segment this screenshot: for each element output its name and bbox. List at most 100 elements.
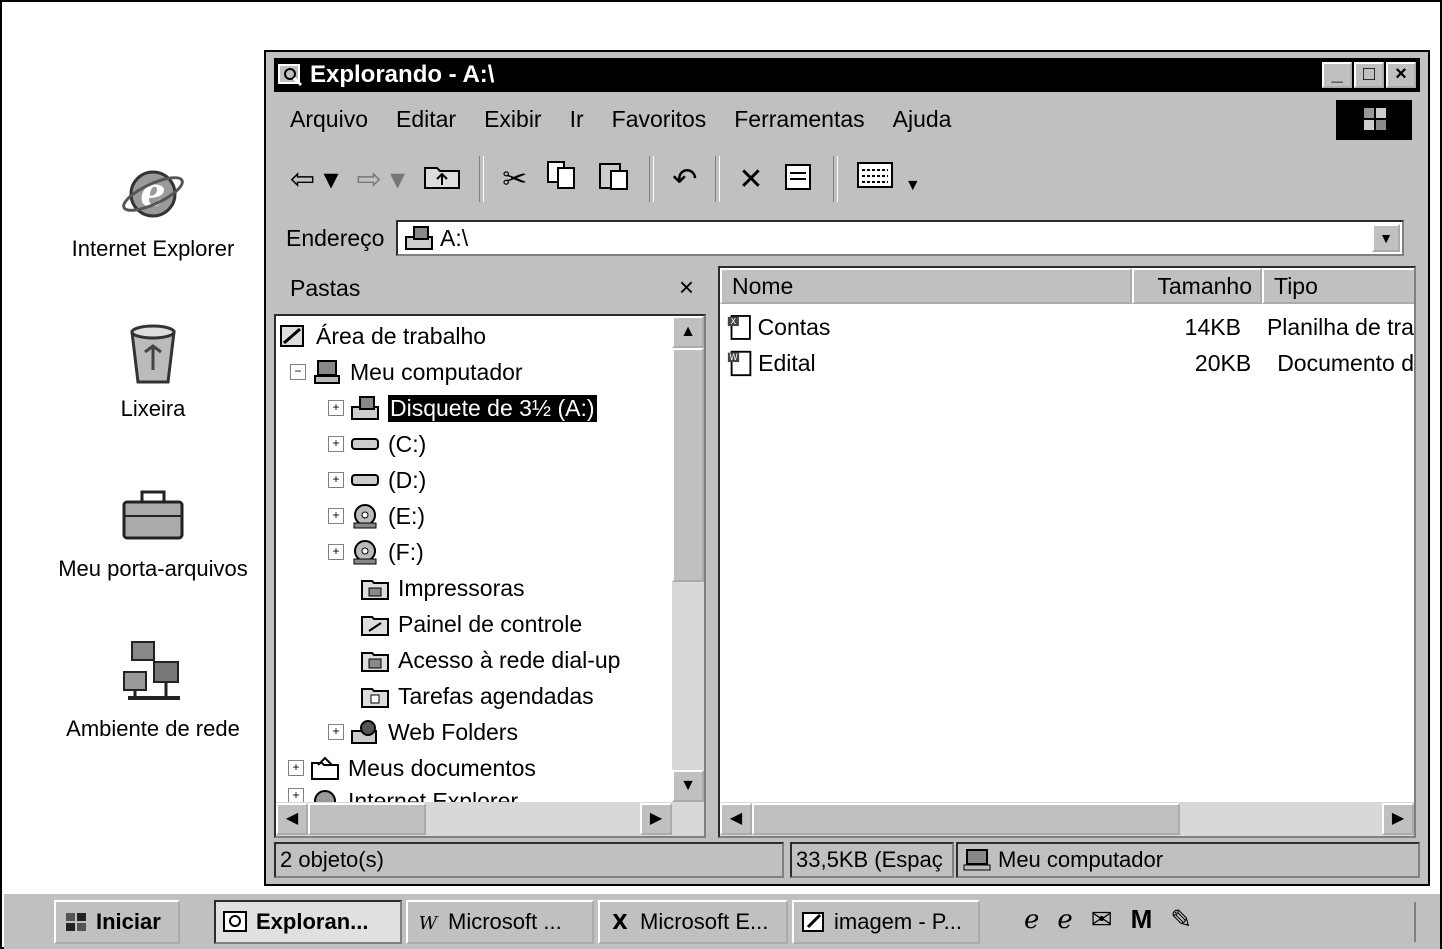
expand-toggle[interactable]: + — [328, 472, 344, 488]
ie-icon[interactable]: ℯ — [1057, 904, 1072, 935]
menu-exibir[interactable]: Exibir — [484, 106, 542, 133]
recycle-bin-icon — [130, 324, 176, 384]
web-folders-icon — [351, 720, 377, 744]
maximize-button[interactable]: □ — [1354, 62, 1384, 88]
menu-editar[interactable]: Editar — [396, 106, 456, 133]
address-dropdown-button[interactable]: ▼ — [1372, 224, 1400, 252]
toolbar-separator — [649, 156, 655, 202]
folders-close-button[interactable]: × — [679, 272, 694, 303]
tree-item-tarefas-agendadas[interactable]: Tarefas agendadas — [360, 680, 594, 712]
taskbar-button-excel[interactable]: X Microsoft E... — [598, 900, 788, 944]
tray-edge — [1414, 902, 1434, 942]
svg-text:X: X — [612, 910, 628, 934]
taskbar-button-paint[interactable]: imagem - P... — [792, 900, 980, 944]
tree-item-drive-c[interactable]: + (C:) — [328, 428, 426, 460]
computer-icon — [963, 849, 991, 871]
properties-button[interactable] — [781, 159, 815, 199]
tree-item-acesso-rede-dialup[interactable]: Acesso à rede dial-up — [360, 644, 620, 676]
desktop-icon-porta-arquivos[interactable]: Meu porta-arquivos — [48, 478, 258, 582]
tree-item-desktop[interactable]: Área de trabalho — [278, 320, 486, 352]
delete-button[interactable]: ✕ — [738, 162, 763, 197]
status-bar: 2 objeto(s) 33,5KB (Espaç Meu computador — [274, 842, 1420, 878]
desktop-icon — [280, 325, 304, 347]
folders-pane: Pastas × Área de trabalho − Meu computad… — [274, 266, 706, 838]
close-button[interactable]: × — [1386, 62, 1416, 88]
tree-item-drive-f[interactable]: + (F:) — [328, 536, 424, 568]
scheduled-tasks-icon — [361, 688, 389, 708]
start-button[interactable]: Iniciar — [54, 900, 180, 944]
views-button[interactable]: ▼ — [856, 160, 921, 198]
column-header-nome[interactable]: Nome — [720, 268, 1132, 304]
expand-toggle[interactable]: + — [328, 544, 344, 560]
expand-toggle[interactable]: + — [328, 400, 344, 416]
desktop-icon-lixeira[interactable]: Lixeira — [48, 318, 258, 422]
file-type: Planilha de tra — [1266, 313, 1414, 340]
file-row[interactable]: X Contas 14KB Planilha de tra — [726, 310, 1414, 344]
expand-toggle[interactable]: + — [328, 508, 344, 524]
tree-vertical-scrollbar[interactable]: ▲ ▼ — [672, 316, 704, 802]
tree-item-drive-d[interactable]: + (D:) — [328, 464, 426, 496]
menu-bar: Arquivo Editar Exibir Ir Favoritos Ferra… — [276, 98, 1418, 140]
collapse-toggle[interactable]: − — [290, 364, 306, 380]
title-bar[interactable]: Explorando - A:\ _ □ × — [274, 58, 1420, 92]
paste-button[interactable] — [597, 159, 631, 199]
tree-item-disquete-a[interactable]: + Disquete de 3½ (A:) — [328, 392, 598, 424]
scroll-right-button[interactable]: ▶ — [640, 803, 672, 835]
menu-favoritos[interactable]: Favoritos — [612, 106, 707, 133]
file-row[interactable]: W Edital 20KB Documento d — [726, 346, 1414, 380]
dialup-icon — [361, 652, 389, 672]
explorer-icon — [223, 911, 247, 932]
column-header-tamanho[interactable]: Tamanho — [1132, 268, 1262, 304]
menu-ir[interactable]: Ir — [570, 106, 584, 133]
column-header-tipo[interactable]: Tipo — [1262, 268, 1414, 304]
tree-item-drive-e[interactable]: + (E:) — [328, 500, 425, 532]
outlook-icon[interactable]: ✉ — [1091, 904, 1113, 935]
scroll-up-button[interactable]: ▲ — [672, 316, 704, 348]
tree-item-meus-documentos[interactable]: + Meus documentos — [288, 752, 536, 784]
desktop-icon-ambiente-de-rede[interactable]: Ambiente de rede — [48, 638, 258, 742]
desktop-label-ambiente-de-rede: Ambiente de rede — [66, 716, 240, 741]
ie-icon[interactable]: ℯ — [1024, 904, 1039, 935]
paste-icon — [599, 163, 629, 190]
scroll-left-button[interactable]: ◀ — [276, 803, 308, 835]
cdrom-icon — [353, 504, 377, 529]
list-horizontal-scrollbar[interactable]: ◀ ▶ — [720, 802, 1414, 836]
taskbar-button-explorer[interactable]: Exploran... — [214, 900, 402, 944]
status-objects: 2 objeto(s) — [274, 842, 784, 878]
copy-button[interactable] — [545, 159, 579, 199]
expand-toggle[interactable]: + — [328, 724, 344, 740]
scroll-thumb[interactable] — [752, 803, 1180, 835]
tree-item-impressoras[interactable]: Impressoras — [360, 572, 525, 604]
menu-arquivo[interactable]: Arquivo — [290, 106, 368, 133]
scroll-down-button[interactable]: ▼ — [672, 770, 704, 802]
start-label: Iniciar — [96, 909, 161, 934]
desktop-icon-internet-explorer[interactable]: e Internet Explorer — [48, 158, 258, 262]
folder-tree: Área de trabalho − Meu computador + Disq… — [274, 314, 706, 838]
menu-ferramentas[interactable]: Ferramentas — [734, 106, 864, 133]
up-folder-button[interactable] — [423, 160, 461, 198]
tree-item-web-folders[interactable]: + Web Folders — [328, 716, 518, 748]
tree-horizontal-scrollbar[interactable]: ◀ ▶ — [276, 802, 704, 836]
desktop-icon[interactable]: ✎ — [1170, 904, 1192, 935]
address-input[interactable]: A:\ ▼ — [396, 220, 1404, 256]
messenger-icon[interactable]: M — [1131, 904, 1153, 935]
tree-item-painel-de-controle[interactable]: Painel de controle — [360, 608, 582, 640]
svg-text:X: X — [731, 316, 737, 326]
back-button[interactable]: ⇦ ▾ — [290, 162, 339, 197]
control-panel-icon — [361, 616, 389, 636]
scroll-left-button[interactable]: ◀ — [720, 803, 752, 835]
taskbar: Iniciar Exploran... W Microsoft ... X Mi… — [4, 894, 1440, 949]
computer-icon — [314, 360, 340, 384]
forward-button[interactable]: ⇨ ▾ — [357, 162, 406, 197]
scroll-thumb[interactable] — [308, 803, 426, 835]
expand-toggle[interactable]: + — [328, 436, 344, 452]
scroll-thumb[interactable] — [672, 348, 704, 582]
scroll-right-button[interactable]: ▶ — [1382, 803, 1414, 835]
cut-button[interactable]: ✂ — [502, 162, 527, 197]
taskbar-button-word[interactable]: W Microsoft ... — [406, 900, 594, 944]
undo-button[interactable]: ↶ — [672, 162, 697, 197]
expand-toggle[interactable]: + — [288, 760, 304, 776]
menu-ajuda[interactable]: Ajuda — [893, 106, 952, 133]
tree-item-meu-computador[interactable]: − Meu computador — [290, 356, 523, 388]
minimize-button[interactable]: _ — [1322, 62, 1352, 88]
